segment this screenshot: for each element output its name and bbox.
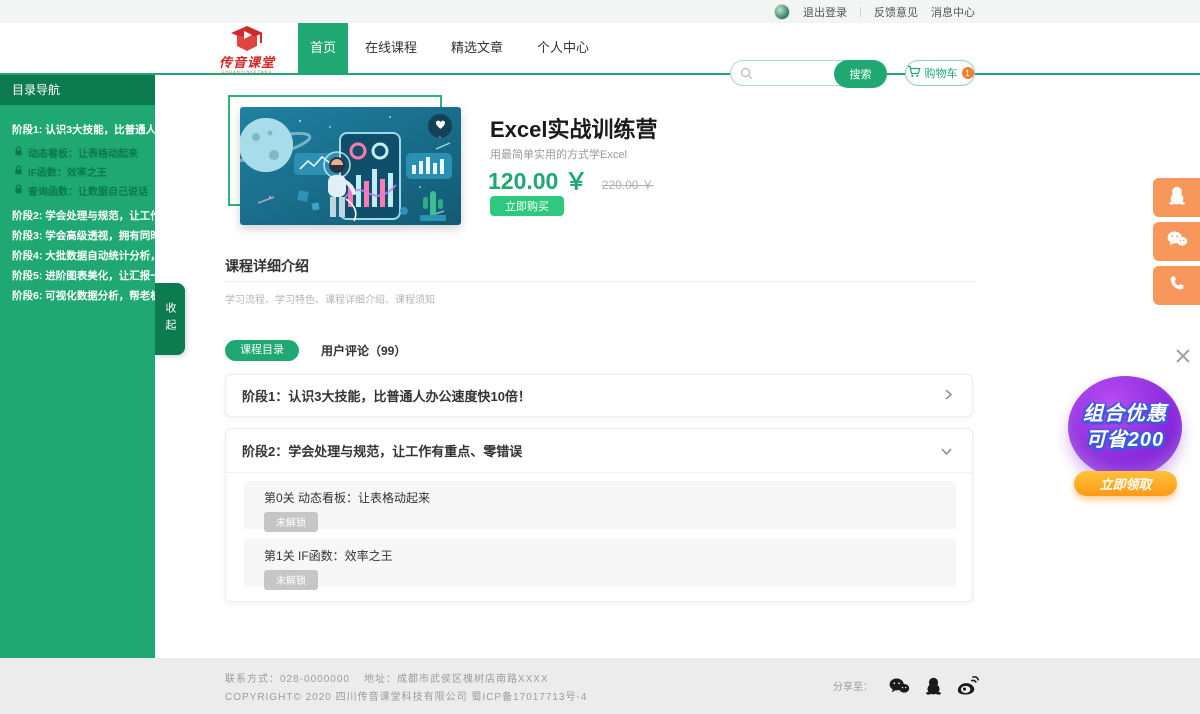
phone-icon xyxy=(1168,275,1185,297)
feedback-link[interactable]: 反馈意见 xyxy=(874,4,918,20)
nav-item-profile[interactable]: 个人中心 xyxy=(520,23,606,73)
qq-icon xyxy=(1168,185,1186,210)
search-button[interactable]: 搜索 xyxy=(834,60,887,88)
course-subtitle: 用最简单实用的方式学Excel xyxy=(490,146,627,162)
messages-link[interactable]: 消息中心 xyxy=(931,4,975,20)
brand-romanized: CHUANYINKETANG xyxy=(215,69,279,74)
lesson-title: 第1关 IF函数：效率之王 xyxy=(264,547,956,564)
sidebar-lesson-2[interactable]: IF函数：效率之王 xyxy=(0,162,155,181)
footer-contact-line: 联系方式：028-0000000 地址：成都市武侯区槐树店南路XXXX xyxy=(225,670,549,685)
cart-icon xyxy=(907,65,921,81)
sidebar-collapse-tab[interactable]: 收起 xyxy=(155,283,185,355)
tab-course-catalog[interactable]: 课程目录 xyxy=(225,340,299,361)
nav-menu: 首页 在线课程 精选文章 个人中心 xyxy=(298,23,606,73)
sidebar-title: 目录导航 xyxy=(0,75,155,105)
sidebar-lesson-3[interactable]: 查询函数：让数据自己说话 xyxy=(0,181,155,200)
lock-icon xyxy=(14,165,23,178)
topbar: 退出登录 反馈意见 消息中心 xyxy=(0,0,1200,23)
nav-item-home[interactable]: 首页 xyxy=(298,23,348,73)
sidebar-stage-1[interactable]: 阶段1: 认识3大技能，比普通人... xyxy=(0,117,155,141)
share-label: 分享至： xyxy=(833,678,873,693)
promo-line-1: 组合优惠 xyxy=(1083,401,1167,427)
lesson-row-1[interactable]: 第1关 IF函数：效率之王 未解锁 xyxy=(244,539,956,587)
course-title: Excel实战训练营 xyxy=(490,112,658,144)
original-price: 220.00 ￥ xyxy=(602,176,654,193)
lesson-title: 第0关 动态看板：让表格动起来 xyxy=(264,489,956,506)
qq-share-icon[interactable] xyxy=(925,676,942,695)
qq-contact-button[interactable] xyxy=(1153,178,1200,217)
stage-2-title: 阶段2：学会处理与规范，让工作有重点、零错误 xyxy=(242,441,522,460)
promo-banner[interactable]: 组合优惠 可省200 xyxy=(1068,376,1182,478)
lesson-status-badge: 未解锁 xyxy=(264,570,318,590)
stage-2-card: 阶段2：学会处理与规范，让工作有重点、零错误 第0关 动态看板：让表格动起来 未… xyxy=(225,428,973,602)
wechat-icon xyxy=(1166,230,1188,253)
cart-badge: 1 xyxy=(962,67,974,79)
promo-claim-button[interactable]: 立即领取 xyxy=(1074,471,1177,496)
chevron-right-icon xyxy=(945,387,952,405)
brand-logo-icon xyxy=(229,39,265,56)
sidebar-lesson-1[interactable]: 动态看板：让表格动起来 xyxy=(0,143,155,162)
chevron-down-icon xyxy=(169,123,178,135)
search-input[interactable] xyxy=(758,62,832,84)
promo-close-icon[interactable] xyxy=(1175,348,1193,366)
brand-logo[interactable]: 传音课堂 CHUANYINKETANG xyxy=(215,26,279,74)
page: 退出登录 反馈意见 消息中心 传音课堂 CHUANYINKETANG 首页 在线… xyxy=(0,0,1200,714)
logout-link[interactable]: 退出登录 xyxy=(803,4,847,20)
stage-2-header[interactable]: 阶段2：学会处理与规范，让工作有重点、零错误 xyxy=(226,429,972,473)
promo-line-2: 可省200 xyxy=(1086,427,1164,453)
footer-share-bar: 分享至： xyxy=(833,676,979,695)
footer: 联系方式：028-0000000 地址：成都市武侯区槐树店南路XXXX COPYR… xyxy=(0,658,1200,714)
lock-icon xyxy=(14,184,23,197)
contact-float-bar xyxy=(1153,178,1200,305)
wechat-share-icon[interactable] xyxy=(888,677,910,695)
favorite-button[interactable] xyxy=(428,114,452,138)
buy-now-button[interactable]: 立即购买 xyxy=(490,196,564,216)
brand-name: 传音课堂 xyxy=(215,57,279,69)
nav-item-articles[interactable]: 精选文章 xyxy=(434,23,520,73)
chevron-right-icon xyxy=(174,269,180,281)
footer-copyright: COPYRIGHT© 2020 四川传音课堂科技有限公司 蜀ICP备170177… xyxy=(225,688,587,703)
cart-button[interactable]: 购物车 1 xyxy=(905,60,975,86)
user-avatar[interactable] xyxy=(774,4,790,20)
weibo-share-icon[interactable] xyxy=(957,676,979,695)
cart-label: 购物车 xyxy=(925,65,958,81)
price-row: 120.00 ￥ 220.00 ￥ xyxy=(488,162,654,196)
divider xyxy=(225,281,975,282)
chevron-right-icon xyxy=(174,249,180,261)
catalog-sidebar: 目录导航 阶段1: 认识3大技能，比普通人... 动态看板：让表格动起来 xyxy=(0,75,155,658)
stage-1-card[interactable]: 阶段1：认识3大技能，比普通人办公速度快10倍！ xyxy=(225,374,973,417)
chevron-right-icon xyxy=(174,209,180,221)
search-box: 搜索 xyxy=(730,60,887,86)
nav-item-courses[interactable]: 在线课程 xyxy=(348,23,434,73)
sidebar-stage-5[interactable]: 阶段5: 进阶图表美化，让汇报一... xyxy=(0,265,155,285)
current-price: 120.00 ￥ xyxy=(488,162,588,196)
stage-1-title: 阶段1：认识3大技能，比普通人办公速度快10倍！ xyxy=(242,386,531,405)
chevron-right-icon xyxy=(174,229,180,241)
heart-icon xyxy=(434,117,447,135)
wechat-contact-button[interactable] xyxy=(1153,222,1200,261)
lesson-row-0[interactable]: 第0关 动态看板：让表格动起来 未解锁 xyxy=(244,481,956,529)
footer-address: 地址：成都市武侯区槐树店南路XXXX xyxy=(364,674,549,685)
navbar: 传音课堂 CHUANYINKETANG 首页 在线课程 精选文章 个人中心 搜索… xyxy=(0,23,1200,75)
chevron-down-icon xyxy=(941,442,952,460)
sidebar-stage-2[interactable]: 阶段2: 学会处理与规范，让工作... xyxy=(0,205,155,225)
phone-contact-button[interactable] xyxy=(1153,266,1200,305)
lock-icon xyxy=(14,146,23,159)
lesson-status-badge: 未解锁 xyxy=(264,512,318,532)
footer-contact: 联系方式：028-0000000 xyxy=(225,674,350,685)
sidebar-stage-4[interactable]: 阶段4: 大批数据自动统计分析，... xyxy=(0,245,155,265)
detail-heading: 课程详细介绍 xyxy=(225,256,309,276)
search-icon xyxy=(740,67,753,85)
tab-user-comments[interactable]: 用户评论（99） xyxy=(321,342,406,359)
divider xyxy=(860,7,861,17)
sidebar-stage-6[interactable]: 阶段6: 可视化数据分析，帮老板... xyxy=(0,285,155,305)
tab-bar: 课程目录 用户评论（99） xyxy=(225,340,406,361)
detail-hint: 学习流程、学习特色、课程详细介绍、课程须知 xyxy=(225,291,435,306)
sidebar-stage-3[interactable]: 阶段3: 学会高级透视，拥有同时... xyxy=(0,225,155,245)
